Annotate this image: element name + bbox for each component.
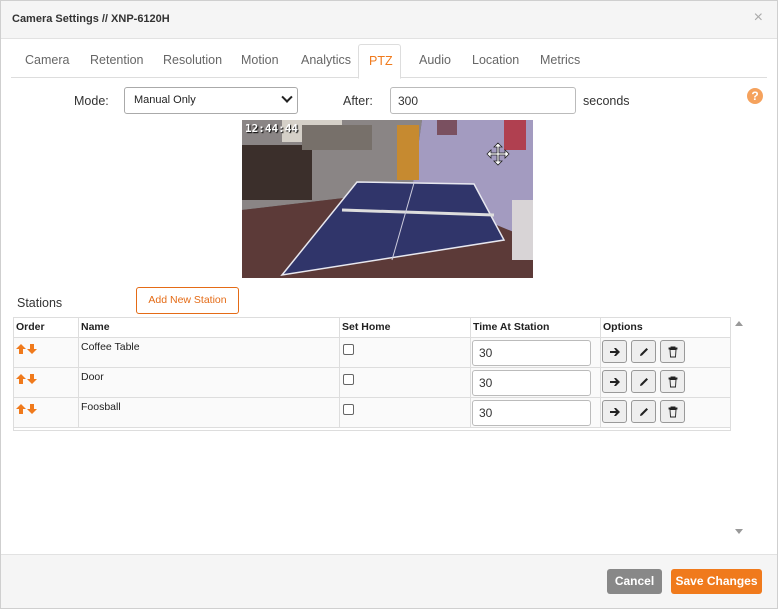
order-cell (14, 398, 79, 427)
time-at-station-input[interactable]: 30 (472, 370, 591, 396)
tab-analytics[interactable]: Analytics (291, 44, 353, 78)
move-arrows-icon[interactable] (486, 142, 510, 166)
go-to-station-button[interactable] (602, 340, 627, 363)
tab-retention[interactable]: Retention (80, 44, 144, 78)
stations-scrollbar[interactable] (731, 317, 747, 539)
stations-table: Order Name Set Home Time At Station Opti… (13, 317, 731, 431)
delete-station-button[interactable] (660, 370, 685, 393)
time-at-station-input[interactable]: 30 (472, 340, 591, 366)
go-to-station-button[interactable] (602, 370, 627, 393)
order-cell (14, 368, 79, 397)
scroll-down-icon[interactable] (735, 529, 743, 534)
table-row: Foosball 30 (14, 398, 730, 428)
set-home-cell (340, 368, 471, 397)
go-to-station-button[interactable] (602, 400, 627, 423)
add-new-station-button[interactable]: Add New Station (136, 287, 239, 314)
reorder-arrows-icon[interactable] (16, 403, 38, 415)
options-cell (601, 368, 730, 397)
trash-icon (668, 376, 677, 387)
stations-label: Stations (17, 296, 63, 310)
reorder-arrows-icon[interactable] (16, 373, 38, 385)
set-home-checkbox[interactable] (343, 344, 354, 355)
set-home-cell (340, 398, 471, 427)
column-header-name: Name (79, 318, 340, 337)
scroll-up-icon[interactable] (735, 321, 743, 326)
cancel-button[interactable]: Cancel (607, 569, 662, 594)
edit-station-button[interactable] (631, 400, 656, 423)
dialog-titlebar: Camera Settings // XNP-6120H × (1, 1, 777, 39)
delete-station-button[interactable] (660, 340, 685, 363)
edit-station-button[interactable] (631, 340, 656, 363)
help-icon[interactable]: ? (747, 88, 763, 104)
mode-label: Mode: (74, 94, 109, 108)
arrow-right-icon (609, 347, 620, 356)
pencil-icon (639, 407, 648, 416)
column-header-time: Time At Station (471, 318, 601, 337)
trash-icon (668, 346, 677, 357)
table-row: Coffee Table 30 (14, 338, 730, 368)
column-header-set-home: Set Home (340, 318, 471, 337)
tab-motion[interactable]: Motion (231, 44, 281, 78)
station-name: Coffee Table (79, 338, 340, 367)
time-cell: 30 (471, 368, 601, 397)
time-at-station-input[interactable]: 30 (472, 400, 591, 426)
tab-ptz[interactable]: PTZ (358, 44, 401, 79)
pencil-icon (639, 377, 648, 386)
mode-select[interactable]: Manual Only (124, 87, 298, 114)
set-home-checkbox[interactable] (343, 404, 354, 415)
save-changes-button[interactable]: Save Changes (671, 569, 762, 594)
after-input[interactable] (390, 87, 576, 114)
time-cell: 30 (471, 398, 601, 427)
tab-audio[interactable]: Audio (409, 44, 451, 78)
table-row: Door 30 (14, 368, 730, 398)
tab-metrics[interactable]: Metrics (530, 44, 584, 78)
column-header-order: Order (14, 318, 79, 337)
chevron-down-icon (281, 91, 293, 103)
set-home-cell (340, 338, 471, 367)
camera-preview[interactable]: 12:44:44 (242, 120, 533, 278)
dialog-footer: Cancel Save Changes (1, 554, 777, 608)
options-cell (601, 398, 730, 427)
pencil-icon (639, 347, 648, 356)
tab-location[interactable]: Location (462, 44, 522, 78)
preview-timestamp: 12:44:44 (245, 122, 298, 135)
arrow-right-icon (609, 377, 620, 386)
tab-resolution[interactable]: Resolution (153, 44, 223, 78)
station-name: Door (79, 368, 340, 397)
mode-select-value: Manual Only (134, 94, 196, 106)
time-cell: 30 (471, 338, 601, 367)
table-header: Order Name Set Home Time At Station Opti… (14, 318, 730, 338)
after-unit: seconds (583, 94, 630, 108)
settings-tabs: Camera Retention Resolution Motion Analy… (11, 44, 767, 79)
trash-icon (668, 406, 677, 417)
arrow-right-icon (609, 407, 620, 416)
order-cell (14, 338, 79, 367)
station-name: Foosball (79, 398, 340, 427)
edit-station-button[interactable] (631, 370, 656, 393)
column-header-options: Options (603, 321, 643, 333)
delete-station-button[interactable] (660, 400, 685, 423)
after-label: After: (343, 94, 373, 108)
camera-settings-dialog: Camera Settings // XNP-6120H × Camera Re… (0, 0, 778, 609)
tab-camera[interactable]: Camera (15, 44, 72, 78)
options-cell (601, 338, 730, 367)
reorder-arrows-icon[interactable] (16, 343, 38, 355)
dialog-title: Camera Settings // XNP-6120H (12, 13, 170, 25)
set-home-checkbox[interactable] (343, 374, 354, 385)
close-icon[interactable]: × (754, 9, 763, 27)
